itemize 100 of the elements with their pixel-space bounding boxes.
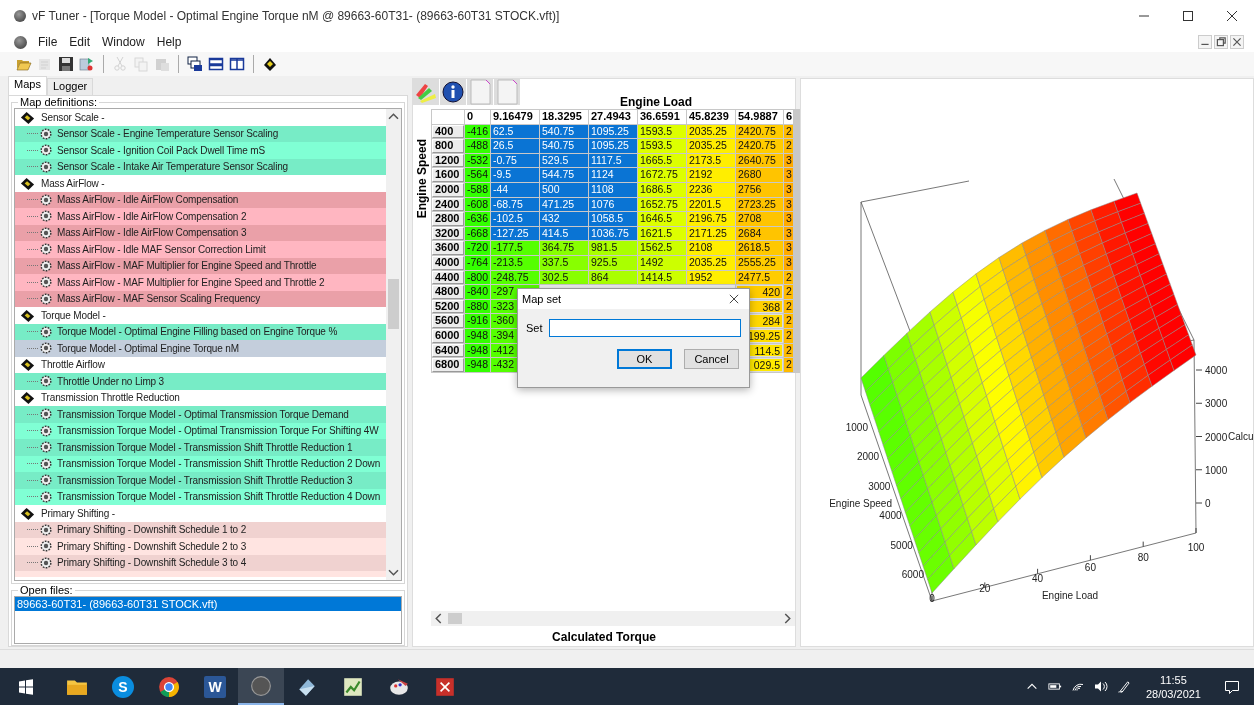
table-cell[interactable]: 2420.75 [736, 139, 783, 153]
table-cell[interactable]: -488 [465, 139, 490, 153]
battery-icon[interactable] [1047, 680, 1062, 693]
map-list-item[interactable]: Mass AirFlow - MAF Multiplier for Engine Speed and Throttle 2 [15, 274, 386, 291]
clock[interactable]: 11:55 28/03/2021 [1145, 672, 1201, 701]
table-cell[interactable]: -213.5 [491, 255, 539, 270]
table-cell[interactable]: 3 [784, 212, 793, 226]
document-icon[interactable] [14, 35, 27, 49]
table-cell[interactable]: 414.5 [540, 226, 588, 241]
table-cell[interactable]: -948 [465, 328, 490, 343]
table-cell[interactable]: 2035.25 [687, 139, 735, 153]
table-cell[interactable]: 2192 [687, 168, 735, 182]
table-cell[interactable]: 1646.5 [638, 212, 686, 226]
table-cell[interactable]: 2708 [736, 212, 783, 226]
map-list-item[interactable]: Torque Model - Optimal Engine Torque nM [15, 340, 386, 357]
table-cell[interactable]: -840 [465, 285, 490, 299]
table-cell[interactable]: 3 [784, 182, 793, 197]
table-cell[interactable]: 1593.5 [638, 139, 686, 153]
menu-item[interactable]: Help [151, 35, 187, 49]
table-cell[interactable]: -608 [465, 197, 490, 212]
tab[interactable]: Logger [46, 78, 94, 95]
table-cell[interactable]: -44 [491, 182, 539, 197]
volume-icon[interactable] [1093, 680, 1108, 693]
tree-group-label[interactable]: Primary Shifting - [41, 507, 115, 519]
table-cell[interactable]: 1124 [589, 168, 637, 182]
table-cell[interactable]: -416 [465, 124, 490, 139]
table-cell[interactable]: 2477.5 [736, 270, 783, 285]
table-cell[interactable]: 2680 [736, 168, 783, 182]
table-cell[interactable]: 981.5 [589, 241, 637, 255]
table-cell[interactable]: 364.75 [540, 241, 588, 255]
table-cell[interactable]: 1058.5 [589, 212, 637, 226]
tree-group-label[interactable]: Torque Model - [41, 309, 106, 321]
table-cell[interactable]: 3 [784, 226, 793, 241]
table-cell[interactable]: 3 [784, 255, 793, 270]
table-cell[interactable]: 2 [784, 328, 793, 343]
table-cell[interactable]: 2108 [687, 241, 735, 255]
taskbar-button[interactable]: S [100, 668, 146, 705]
tile-vertical-icon[interactable] [229, 56, 245, 72]
minimize-icon[interactable] [1198, 35, 1212, 49]
table-cell[interactable]: -720 [465, 241, 490, 255]
scrollbar-thumb[interactable] [388, 279, 399, 329]
table-cell[interactable]: 2171.25 [687, 226, 735, 241]
tree-group-label[interactable]: Throttle Airflow [41, 359, 105, 371]
table-cell[interactable]: 2555.25 [736, 255, 783, 270]
table-cell[interactable]: 3 [784, 168, 793, 182]
table-cell[interactable]: 2684 [736, 226, 783, 241]
table-cell[interactable]: 1492 [638, 255, 686, 270]
tab[interactable]: Maps [8, 76, 47, 95]
table-cell[interactable]: -948 [465, 343, 490, 358]
table-cell[interactable]: 2420.75 [736, 124, 783, 139]
table-cell[interactable]: -127.25 [491, 226, 539, 241]
dialog-button[interactable]: OK [617, 349, 672, 369]
table-cell[interactable]: 2 [784, 299, 793, 314]
table-cell[interactable]: 1952 [687, 270, 735, 285]
table-cell[interactable]: 1672.75 [638, 168, 686, 182]
table-cell[interactable]: 1095.25 [589, 139, 637, 153]
table-cell[interactable]: 2640.75 [736, 153, 783, 168]
table-cell[interactable]: 3 [784, 197, 793, 212]
table-cell[interactable]: 2035.25 [687, 124, 735, 139]
table-cell[interactable]: -916 [465, 314, 490, 328]
table-cell[interactable]: 2 [784, 124, 793, 139]
table-cell[interactable]: 1562.5 [638, 241, 686, 255]
table-cell[interactable]: 2756 [736, 182, 783, 197]
table-cell[interactable]: 3 [784, 241, 793, 255]
tree-group-label[interactable]: Sensor Scale - [41, 111, 105, 123]
map-list-item[interactable]: Transmission Torque Model - Transmission Shift Throttle Reduction 1 [15, 439, 386, 456]
table-cell[interactable]: 62.5 [491, 124, 539, 139]
table-cell[interactable]: 2723.25 [736, 197, 783, 212]
table-cell[interactable]: -588 [465, 182, 490, 197]
notifications-icon[interactable] [1224, 678, 1240, 695]
dialog-button[interactable]: Cancel [684, 349, 739, 369]
table-cell[interactable]: 2236 [687, 182, 735, 197]
maximize-icon[interactable] [1182, 10, 1194, 22]
table-cell[interactable]: 2035.25 [687, 255, 735, 270]
table-cell[interactable]: -668 [465, 226, 490, 241]
table-cell[interactable]: -0.75 [491, 153, 539, 168]
table-cell[interactable]: -68.75 [491, 197, 539, 212]
close-icon[interactable] [729, 294, 739, 304]
map-list-item[interactable]: Primary Shifting - Downshift Schedule 2 to 3 [15, 538, 386, 555]
table-cell[interactable]: 2618.5 [736, 241, 783, 255]
tree-group-label[interactable]: Mass AirFlow - [41, 177, 105, 189]
table-cell[interactable]: -948 [465, 358, 490, 372]
table-cell[interactable]: 925.5 [589, 255, 637, 270]
table-cell[interactable]: 2 [784, 139, 793, 153]
table-cell[interactable]: -800 [465, 270, 490, 285]
table-cell[interactable]: 540.75 [540, 139, 588, 153]
table-cell[interactable]: -102.5 [491, 212, 539, 226]
close-icon[interactable] [1226, 10, 1238, 22]
table-cell[interactable]: 864 [589, 270, 637, 285]
tree-group-label[interactable]: Transmission Throttle Reduction [41, 392, 180, 404]
map-list-item[interactable]: Mass AirFlow - Idle AirFlow Compensation 2 [15, 208, 386, 225]
table-cell[interactable]: 302.5 [540, 270, 588, 285]
table-cell[interactable]: 1665.5 [638, 153, 686, 168]
table-cell[interactable]: 2 [784, 343, 793, 358]
import-icon[interactable] [79, 56, 95, 72]
table-cell[interactable]: 500 [540, 182, 588, 197]
table-cell[interactable]: 1414.5 [638, 270, 686, 285]
table-cell[interactable]: 2201.5 [687, 197, 735, 212]
table-cell[interactable]: 471.25 [540, 197, 588, 212]
pen-icon[interactable] [1116, 680, 1131, 693]
